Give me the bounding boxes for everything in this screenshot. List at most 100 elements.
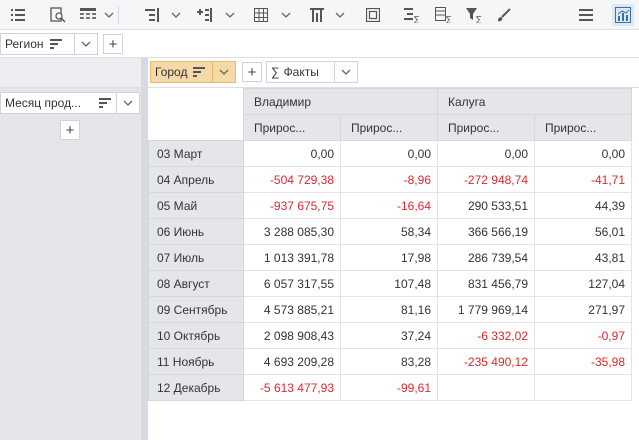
row-header[interactable]: 04 Апрель — [148, 166, 244, 193]
menu-icon[interactable] — [576, 5, 596, 25]
table-row: 11 Ноябрь 4 693 209,28 83,28 -235 490,12 -35… — [148, 348, 632, 375]
sort-icon[interactable] — [97, 95, 113, 111]
table-cell[interactable]: -0,97 — [534, 322, 632, 349]
table-cell[interactable] — [534, 374, 632, 401]
city-dimension-chip[interactable]: Город — [150, 61, 236, 83]
pivot-table: Владимир Калуга Прирос... Прирос... Прир… — [148, 88, 632, 401]
sum-rows-icon[interactable]: ∑ — [403, 5, 423, 25]
chevron-down-icon[interactable] — [224, 8, 236, 22]
table-cell[interactable]: -937 675,75 — [243, 192, 341, 219]
chevron-down-icon[interactable] — [212, 62, 235, 82]
table-cell[interactable]: -5 613 477,93 — [243, 374, 341, 401]
table-cell[interactable]: 286 739,54 — [437, 244, 535, 271]
city-header-kaluga[interactable]: Калуга — [437, 88, 632, 115]
chevron-down-icon[interactable] — [334, 62, 357, 82]
row-header[interactable]: 03 Март — [148, 140, 244, 167]
table-cell[interactable]: 4 693 209,28 — [243, 348, 341, 375]
table-cell[interactable]: -272 948,74 — [437, 166, 535, 193]
table-cell[interactable]: -99,61 — [340, 374, 438, 401]
table-cell[interactable]: 83,28 — [340, 348, 438, 375]
svg-text:∑: ∑ — [476, 15, 482, 23]
city-dimension-label: Город — [155, 65, 188, 79]
pane-splitter[interactable] — [141, 58, 148, 440]
measure-header[interactable]: Прирос... — [340, 114, 438, 141]
table-layout-icon[interactable] — [78, 5, 98, 25]
add-row-icon[interactable] — [195, 5, 215, 25]
row-header[interactable]: 12 Декабрь — [148, 374, 244, 401]
chevron-down-icon[interactable] — [280, 8, 292, 22]
list-icon[interactable] — [8, 5, 28, 25]
table-corner — [148, 88, 244, 141]
table-cell[interactable]: 831 456,79 — [437, 270, 535, 297]
table-cell[interactable]: -504 729,38 — [243, 166, 341, 193]
toolbar: ∑ ∑ ∑ — [0, 0, 639, 30]
table-cell[interactable]: 1 779 969,14 — [437, 296, 535, 323]
add-column-dimension-button[interactable]: + — [242, 62, 262, 82]
frame-icon[interactable] — [363, 5, 383, 25]
region-filter-chip[interactable]: Регион — [0, 33, 98, 55]
table-row: 05 Май -937 675,75 -16,64 290 533,51 44,39 — [148, 192, 632, 219]
measure-header[interactable]: Прирос... — [437, 114, 535, 141]
grid-icon[interactable] — [251, 5, 271, 25]
chevron-down-icon[interactable] — [74, 34, 97, 54]
measure-header[interactable]: Прирос... — [243, 114, 341, 141]
month-dimension-chip[interactable]: Месяц прод... — [0, 92, 140, 114]
table-row: 03 Март 0,00 0,00 0,00 0,00 — [148, 140, 632, 167]
filter-sum-icon[interactable]: ∑ — [465, 5, 485, 25]
city-header-vladimir[interactable]: Владимир — [243, 88, 438, 115]
table-cell[interactable]: -41,71 — [534, 166, 632, 193]
table-cell[interactable]: 271,97 — [534, 296, 632, 323]
table-cell[interactable]: 366 566,19 — [437, 218, 535, 245]
sort-icon[interactable] — [48, 36, 64, 52]
row-indent-icon[interactable] — [143, 5, 163, 25]
table-cell[interactable]: 290 533,51 — [437, 192, 535, 219]
table-cell[interactable]: -16,64 — [340, 192, 438, 219]
chevron-down-icon[interactable] — [116, 93, 139, 113]
row-header[interactable]: 05 Май — [148, 192, 244, 219]
table-cell[interactable]: 107,48 — [340, 270, 438, 297]
table-cell[interactable]: 0,00 — [340, 140, 438, 167]
table-cell[interactable]: 81,16 — [340, 296, 438, 323]
facts-label: Факты — [283, 65, 319, 79]
table-cell[interactable]: 4 573 885,21 — [243, 296, 341, 323]
sum-cols-icon[interactable]: ∑ — [434, 5, 454, 25]
table-cell[interactable]: 3 288 085,30 — [243, 218, 341, 245]
table-cell[interactable]: 0,00 — [534, 140, 632, 167]
chevron-down-icon[interactable] — [170, 8, 182, 22]
table-cell[interactable]: 44,39 — [534, 192, 632, 219]
table-cell[interactable]: -8,96 — [340, 166, 438, 193]
table-cell[interactable]: 6 057 317,55 — [243, 270, 341, 297]
table-cell[interactable]: 56,01 — [534, 218, 632, 245]
table-cell[interactable]: 1 013 391,78 — [243, 244, 341, 271]
sort-icon[interactable] — [191, 64, 207, 80]
row-header[interactable]: 08 Август — [148, 270, 244, 297]
table-cell[interactable]: 17,98 — [340, 244, 438, 271]
find-icon[interactable] — [48, 5, 68, 25]
table-cell[interactable]: 2 098 908,43 — [243, 322, 341, 349]
measure-header[interactable]: Прирос... — [534, 114, 632, 141]
row-header[interactable]: 07 Июль — [148, 244, 244, 271]
table-cell[interactable]: -35,98 — [534, 348, 632, 375]
chart-icon[interactable] — [612, 4, 634, 26]
table-cell[interactable]: -235 490,12 — [437, 348, 535, 375]
row-header[interactable]: 09 Сентябрь — [148, 296, 244, 323]
table-cell[interactable]: 58,34 — [340, 218, 438, 245]
row-header[interactable]: 06 Июнь — [148, 218, 244, 245]
table-cell[interactable]: 127,04 — [534, 270, 632, 297]
chevron-down-icon[interactable] — [334, 8, 346, 22]
table-cell[interactable] — [437, 374, 535, 401]
table-cell[interactable]: 0,00 — [437, 140, 535, 167]
row-header[interactable]: 10 Октябрь — [148, 322, 244, 349]
table-cell[interactable]: 43,81 — [534, 244, 632, 271]
table-cell[interactable]: -6 332,02 — [437, 322, 535, 349]
facts-chip[interactable]: ∑ Факты — [266, 61, 358, 83]
table-cell[interactable]: 37,24 — [340, 322, 438, 349]
column-icon[interactable] — [307, 5, 327, 25]
chevron-down-icon[interactable] — [103, 8, 115, 22]
brush-icon[interactable] — [494, 5, 514, 25]
add-filter-button[interactable]: + — [103, 34, 123, 54]
svg-text:∑: ∑ — [446, 15, 452, 23]
table-cell[interactable]: 0,00 — [243, 140, 341, 167]
add-row-dimension-button[interactable]: + — [60, 120, 80, 140]
row-header[interactable]: 11 Ноябрь — [148, 348, 244, 375]
